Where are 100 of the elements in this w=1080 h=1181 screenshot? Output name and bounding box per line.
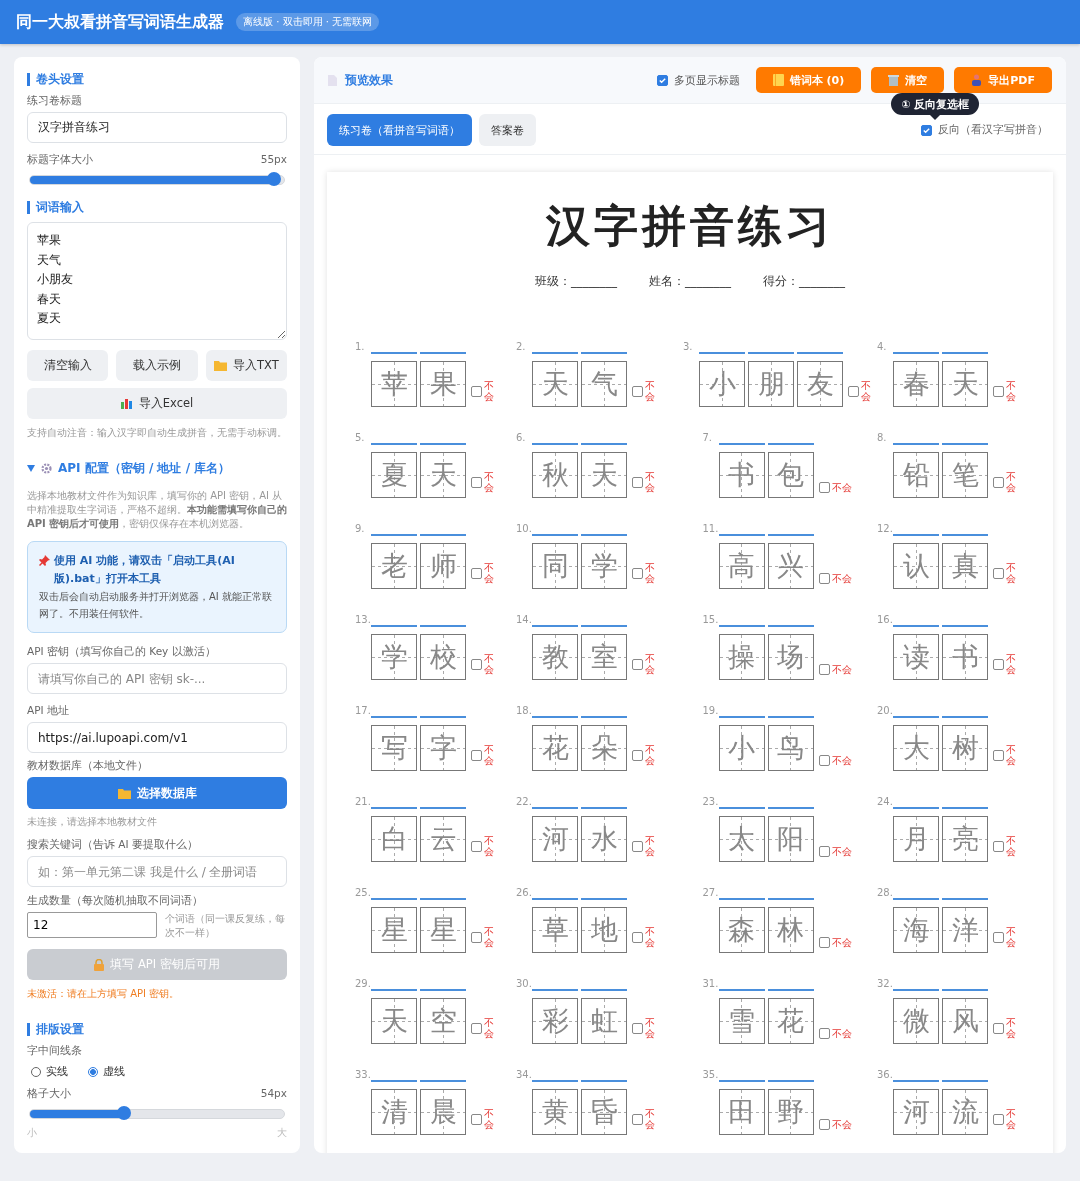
unknown-checkbox[interactable] [471,567,482,579]
select-database-button[interactable]: 选择数据库 [27,777,287,809]
unknown-checkbox[interactable] [818,937,830,948]
api-url-input[interactable]: https://ai.lupoapi.com/v1 [27,722,287,753]
fill-in-line: 姓名：________ [649,274,731,289]
unknown-checkbox[interactable] [993,658,1004,670]
unknown-checkbox[interactable] [993,476,1004,488]
item-number: 11. [702,523,720,534]
unknown-checkbox[interactable] [818,664,830,675]
character-cell: 海 [893,907,939,953]
character-cell: 花 [767,998,814,1044]
description-text: 选择本地教材文件作为知识库，填写你的 API 密钥，AI 从中精准提取生字词语，严格不超纲。本功能需填写你自己的 API 密钥后才可使用，密钥仅保存在本机浏览器。 [27,489,287,531]
title-input[interactable]: 汉字拼音练习 [27,112,287,143]
unknown-checkbox[interactable] [471,476,482,488]
item-number: 36. [877,1069,894,1080]
count-input[interactable]: 12 [27,912,157,938]
unknown-checkbox[interactable] [818,482,830,493]
character-cell: 笔 [942,452,988,498]
tab[interactable]: 练习卷（看拼音写词语） [327,114,472,146]
field-label: 字中间线条 [27,1044,83,1058]
checkbox[interactable] [656,74,668,86]
field-label: 生成数量（每次随机抽取不同词语） [27,894,204,908]
unknown-checkbox[interactable] [632,749,643,761]
expand-triangle-icon[interactable] [27,465,35,472]
unknown-checkbox[interactable] [993,385,1004,397]
pinyin-line [797,352,843,354]
slider-track[interactable] [29,175,285,185]
pinyin-line [767,807,814,809]
unknown-checkbox[interactable] [632,658,643,670]
unknown-checkbox[interactable] [471,1113,482,1125]
keyword-input[interactable]: 如：第一单元第二课 我是什么 / 全册词语 [27,856,287,887]
character-cell: 花 [532,725,578,771]
unknown-checkbox[interactable] [471,1022,482,1034]
character-cell: 空 [420,998,466,1044]
unknown-checkbox[interactable] [471,749,482,761]
unknown-checkbox[interactable] [471,658,482,670]
character-cell: 地 [581,907,627,953]
words-input[interactable]: 苹果 天气 小朋友 春天 夏天 [27,222,287,340]
section-heading[interactable]: API 配置（密钥 / 地址 / 库名） [58,460,231,477]
slider-thumb[interactable] [266,172,281,186]
unknown-checkbox[interactable] [993,840,1004,852]
slider-thumb[interactable] [116,1106,131,1120]
pinyin-line [942,716,988,718]
pinyin-line [420,352,466,354]
unknown-checkbox[interactable] [993,567,1004,579]
import-excel-button[interactable]: 导入Excel [27,388,287,419]
unknown-label: 不会 [831,755,852,766]
character-cell: 朋 [748,361,794,407]
checkbox[interactable] [921,124,932,136]
unknown-checkbox[interactable] [471,931,482,943]
unknown-checkbox[interactable] [632,476,643,488]
pinyin-line [371,625,417,627]
fill-in-line: 得分：________ [763,274,845,289]
unknown-checkbox[interactable] [632,840,643,852]
unknown-checkbox[interactable] [471,385,482,397]
unknown-checkbox[interactable] [818,1028,830,1039]
action-button[interactable]: 载入示例 [116,350,198,381]
tab[interactable]: 答案卷 [479,114,536,146]
import-button[interactable]: 导入TXT [205,350,287,381]
radio-button[interactable] [88,1066,98,1077]
item-number: 24. [877,796,894,807]
pinyin-line [371,807,417,809]
character-cell: 苹 [371,361,417,407]
character-cell: 果 [420,361,466,407]
checkbox-label: 反向（看汉字写拼音） [938,123,1048,137]
unknown-checkbox[interactable] [632,931,643,943]
pinyin-line [581,625,627,627]
unknown-checkbox[interactable] [993,1113,1004,1125]
api-key-input[interactable]: 请填写你自己的 API 密钥 sk-... [27,663,287,694]
unknown-checkbox[interactable] [632,567,643,579]
item-number: 7. [702,432,714,443]
unknown-label: 不会 [484,1017,494,1039]
unknown-label: 不会 [484,1108,494,1130]
unknown-checkbox[interactable] [818,1119,830,1130]
character-cell: 亮 [942,816,988,862]
item-number: 9. [355,523,366,534]
action-button[interactable]: 清空输入 [27,350,109,381]
unknown-checkbox[interactable] [632,1022,643,1034]
unknown-checkbox[interactable] [818,755,830,766]
unknown-checkbox[interactable] [632,1113,643,1125]
unknown-checkbox[interactable] [818,846,830,857]
field-label: 练习卷标题 [27,94,83,108]
unknown-checkbox[interactable] [818,573,830,584]
unknown-checkbox[interactable] [993,931,1004,943]
section-heading: 排版设置 [27,1023,287,1036]
unknown-checkbox[interactable] [632,385,643,397]
pinyin-line [581,716,627,718]
item-number: 8. [877,432,888,443]
unknown-checkbox[interactable] [471,840,482,852]
pinyin-line [532,625,578,627]
character-cell: 秋 [532,452,578,498]
unknown-checkbox[interactable] [848,385,859,397]
pin-icon [39,555,50,566]
unknown-label: 不会 [861,380,871,402]
pinyin-line [718,898,765,900]
slider-track[interactable] [29,1109,285,1119]
pinyin-line [942,1080,988,1082]
unknown-checkbox[interactable] [993,1022,1004,1034]
unknown-checkbox[interactable] [993,749,1004,761]
bar-chart-icon [120,398,133,409]
